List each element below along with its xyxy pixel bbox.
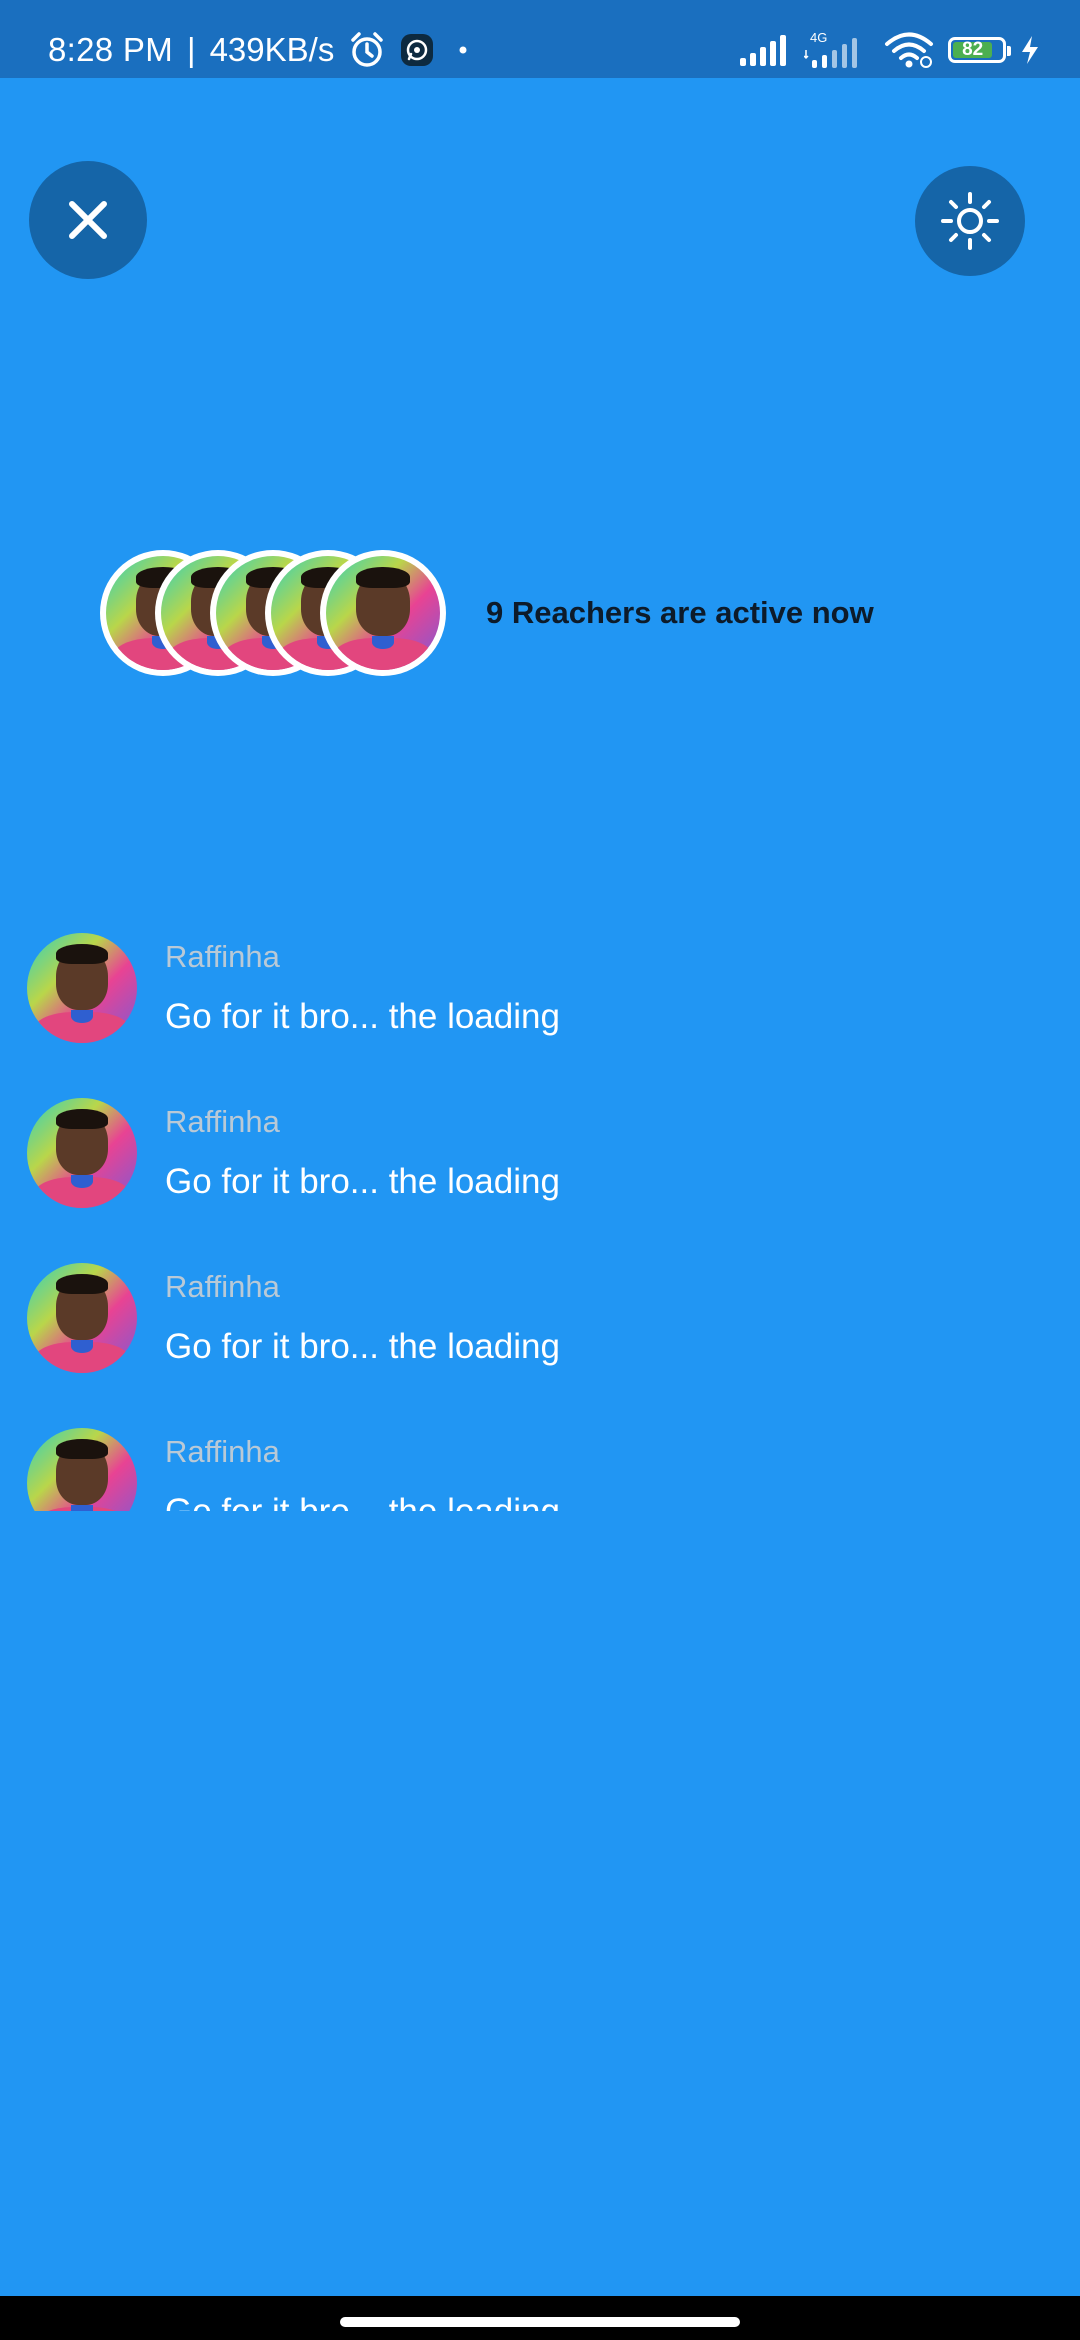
message-sender: Raffinha (165, 939, 280, 974)
active-users-row: 9 Reachers are active now (0, 550, 1080, 676)
list-item[interactable]: Raffinha Go for it bro... the loading (0, 1420, 1080, 1511)
message-avatar[interactable] (27, 933, 137, 1043)
alarm-icon (348, 31, 386, 69)
avatar (27, 1263, 137, 1373)
status-separator: | (187, 31, 196, 68)
message-text: Go for it bro... the loading (165, 1492, 560, 1511)
message-text: Go for it bro... the loading (165, 1327, 560, 1366)
close-icon (66, 198, 110, 242)
battery-tip (1007, 46, 1011, 56)
signal-icon (740, 34, 790, 66)
notification-dot-icon (448, 35, 478, 65)
message-avatar[interactable] (27, 1428, 137, 1511)
message-sender: Raffinha (165, 1269, 280, 1304)
avatar (27, 933, 137, 1043)
sun-icon (940, 191, 1000, 251)
brightness-button[interactable] (915, 166, 1025, 276)
avatar (326, 556, 440, 670)
charging-icon (1020, 35, 1040, 65)
list-item[interactable]: Raffinha Go for it bro... the loading (0, 925, 1080, 1055)
message-sender: Raffinha (165, 1104, 280, 1139)
stack-avatar[interactable] (320, 550, 446, 676)
wifi-icon (884, 31, 934, 69)
navigation-bar (0, 2296, 1080, 2340)
avatar (27, 1098, 137, 1208)
status-time: 8:28 PM (48, 31, 173, 68)
status-left: 8:28 PM | 439KB/s (48, 0, 478, 100)
message-sender: Raffinha (165, 1434, 280, 1469)
list-item[interactable]: Raffinha Go for it bro... the loading (0, 1255, 1080, 1385)
whatsapp-icon (400, 33, 434, 67)
battery-icon: 82 (948, 37, 1011, 63)
battery-level: 82 (962, 39, 984, 60)
message-avatar[interactable] (27, 1263, 137, 1373)
signal-4g-icon: 4G (804, 30, 870, 70)
status-bar: 8:28 PM | 439KB/s 4G 82 (0, 0, 1080, 78)
network-label: 4G (810, 30, 827, 45)
close-button[interactable] (29, 161, 147, 279)
avatar (27, 1428, 137, 1511)
message-text: Go for it bro... the loading (165, 997, 560, 1036)
message-list[interactable]: Raffinha Go for it bro... the loading Ra… (0, 925, 1080, 1511)
message-text: Go for it bro... the loading (165, 1162, 560, 1201)
battery-fill: 82 (953, 39, 993, 60)
status-right: 4G 82 (740, 0, 1040, 100)
list-item[interactable]: Raffinha Go for it bro... the loading (0, 1090, 1080, 1220)
active-count-text: 9 Reachers are active now (486, 595, 874, 630)
network-speed: 439KB/s (209, 31, 335, 68)
home-indicator[interactable] (340, 2317, 740, 2327)
avatar-stack (100, 550, 450, 676)
message-avatar[interactable] (27, 1098, 137, 1208)
